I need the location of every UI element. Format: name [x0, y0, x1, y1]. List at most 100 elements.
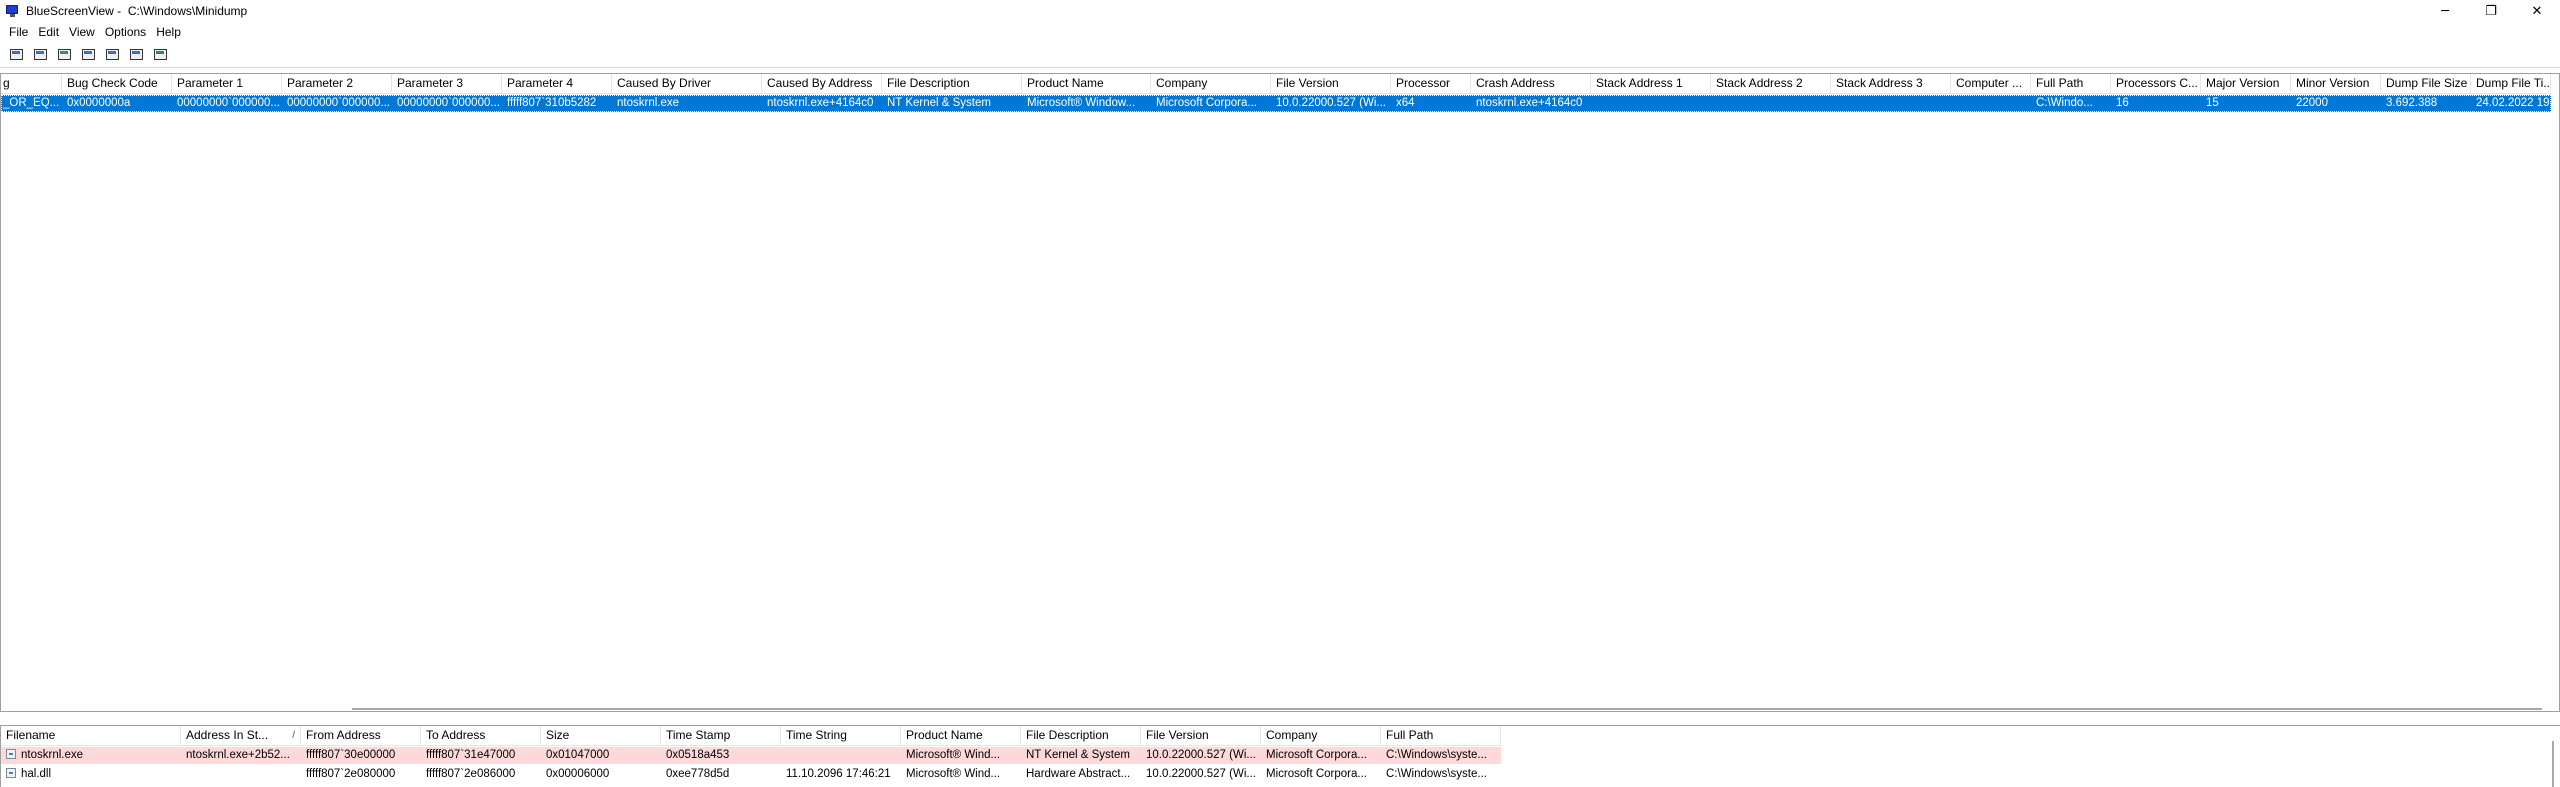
restore-button[interactable]: ❐ [2468, 0, 2514, 22]
column-header[interactable]: Company [1151, 74, 1271, 94]
column-header[interactable]: Parameter 2 [282, 74, 392, 94]
column-header[interactable]: File Description [882, 74, 1022, 94]
column-header[interactable]: Major Version [2201, 74, 2291, 94]
toolbar [0, 42, 2560, 68]
column-header[interactable]: Company [1261, 726, 1381, 746]
window-controls: ─ ❐ ✕ [2422, 0, 2560, 22]
cell [1591, 95, 1711, 112]
column-header[interactable]: Address In St... / [181, 726, 301, 746]
column-header[interactable]: Parameter 3 [392, 74, 502, 94]
column-header[interactable]: g [1, 74, 62, 94]
column-header[interactable]: Full Path [1381, 726, 1501, 746]
cell: C:\Windo... [2036, 97, 2093, 109]
crash-row[interactable]: _OR_EQ... 0x0000000a 00000000`000000... … [1, 95, 2551, 112]
column-header[interactable]: Processor [1391, 74, 1471, 94]
driver-list[interactable]: Filename Address In St... / From Address … [0, 725, 2560, 787]
column-header[interactable]: Stack Address 2 [1711, 74, 1831, 94]
column-header[interactable]: File Version [1141, 726, 1261, 746]
cell: hal.dll [1, 766, 181, 783]
app-monitor-icon [6, 5, 20, 17]
cell: 00000000`000000... [397, 97, 500, 109]
crash-list[interactable]: g Bug Check Code Parameter 1 Parameter 2… [0, 73, 2560, 712]
cell: fffff807`30e00000 [306, 749, 396, 761]
cell: ntoskrnl.exe+4164c0 [767, 97, 874, 109]
column-header[interactable]: Caused By Driver [612, 74, 762, 94]
cell: C:\Windows\syste... [1386, 749, 1487, 761]
cell: Microsoft Corpora... [1266, 749, 1367, 761]
column-header[interactable]: Processors C... [2111, 74, 2201, 94]
cell: Microsoft® Window... [1027, 97, 1136, 109]
driver-row[interactable]: ntoskrnl.exe ntoskrnl.exe+2b52... fffff8… [1, 747, 1501, 764]
file-icon [6, 749, 16, 759]
cell: 00000000`000000... [177, 97, 280, 109]
cell: 16 [2116, 97, 2129, 109]
cell: ntoskrnl.exe [1, 747, 181, 764]
column-header[interactable]: Parameter 4 [502, 74, 612, 94]
column-header[interactable]: Product Name [901, 726, 1021, 746]
title-bar: BlueScreenView - C:\Windows\Minidump ─ ❐… [0, 0, 2560, 22]
cell: _OR_EQ... [3, 97, 60, 109]
column-header[interactable]: Product Name [1022, 74, 1151, 94]
menu-edit[interactable]: Edit [33, 25, 64, 39]
cell: 22000 [2296, 97, 2328, 109]
cell: 3.692.388 [2386, 97, 2438, 109]
column-header[interactable]: File Version [1271, 74, 1391, 94]
menu-bar: File Edit View Options Help [0, 22, 2560, 41]
driver-list-header: Filename Address In St... / From Address … [1, 726, 1501, 746]
menu-help[interactable]: Help [151, 25, 186, 39]
minimize-button[interactable]: ─ [2422, 0, 2468, 22]
column-header[interactable]: Crash Address [1471, 74, 1591, 94]
cell: 0x0518a453 [666, 749, 730, 761]
cell: fffff807`2e086000 [426, 768, 516, 780]
column-header[interactable]: From Address [301, 726, 421, 746]
column-header[interactable]: File Description [1021, 726, 1141, 746]
cell: fffff807`310b5282 [507, 97, 597, 109]
cell: 10.0.22000.527 (Wi... [1146, 749, 1256, 761]
cell: ntoskrnl.exe+4164c0 [1476, 97, 1583, 109]
column-header[interactable]: Caused By Address [762, 74, 882, 94]
cell: Microsoft Corpora... [1156, 97, 1257, 109]
column-header[interactable]: Stack Address 1 [1591, 74, 1711, 94]
exit-icon[interactable] [153, 47, 168, 62]
column-header[interactable]: Time String [781, 726, 901, 746]
menu-view[interactable]: View [64, 25, 100, 39]
cell: 15 [2206, 97, 2219, 109]
column-header[interactable]: Parameter 1 [172, 74, 282, 94]
properties-icon[interactable] [9, 47, 24, 62]
html-report-icon[interactable] [105, 47, 120, 62]
cell: ntoskrnl.exe+2b52... [186, 749, 290, 761]
cell [1951, 95, 2031, 112]
cell: 0x00006000 [546, 768, 610, 780]
column-header[interactable]: Stack Address 3 [1831, 74, 1951, 94]
cell: fffff807`2e080000 [306, 768, 396, 780]
close-button[interactable]: ✕ [2514, 0, 2560, 22]
scrollbar-thumb[interactable] [352, 708, 2542, 710]
column-header[interactable]: Time Stamp [661, 726, 781, 746]
column-header[interactable]: Size [541, 726, 661, 746]
cell [1711, 95, 1831, 112]
cell: 0x0000000a [67, 97, 131, 109]
horizontal-scrollbar[interactable] [0, 706, 2560, 712]
cell [181, 766, 301, 783]
cell: x64 [1396, 97, 1415, 109]
refresh-icon[interactable] [57, 47, 72, 62]
column-header[interactable]: Dump File Size [2381, 74, 2471, 94]
copy-icon[interactable] [81, 47, 96, 62]
driver-row[interactable]: hal.dll fffff807`2e080000 fffff807`2e086… [1, 766, 1501, 783]
column-header[interactable]: Dump File Ti... [2471, 74, 2551, 94]
column-header[interactable]: Minor Version [2291, 74, 2381, 94]
column-header[interactable]: To Address [421, 726, 541, 746]
column-header[interactable]: Full Path [2031, 74, 2111, 94]
vertical-scrollbar[interactable] [2552, 741, 2554, 787]
cell: Microsoft® Wind... [906, 749, 1001, 761]
cell: 24.02.2022 19... [2476, 97, 2551, 109]
save-icon[interactable] [33, 47, 48, 62]
cell: Microsoft Corpora... [1266, 768, 1367, 780]
menu-options[interactable]: Options [100, 25, 151, 39]
column-header[interactable]: Filename [1, 726, 181, 746]
column-header[interactable]: Bug Check Code [62, 74, 172, 94]
cell: 0x01047000 [546, 749, 610, 761]
menu-file[interactable]: File [4, 25, 33, 39]
find-icon[interactable] [129, 47, 144, 62]
column-header[interactable]: Computer ... [1951, 74, 2031, 94]
